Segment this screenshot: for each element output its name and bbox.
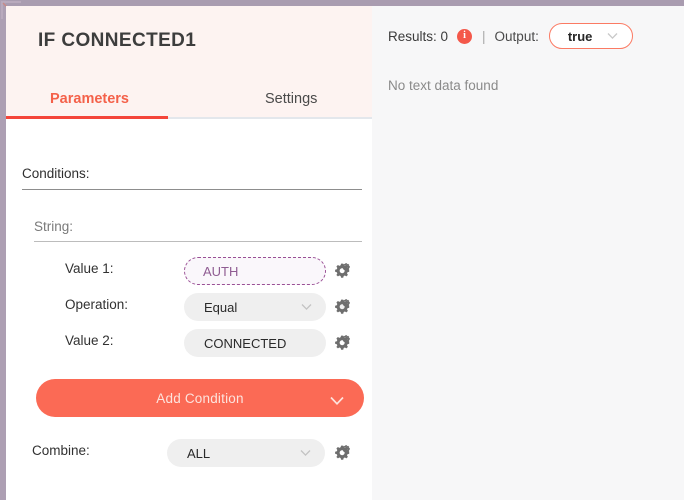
field-row-value1: Value 1: AUTH <box>6 257 372 285</box>
info-icon[interactable]: i <box>457 28 473 44</box>
tab-underline-active <box>6 116 168 119</box>
combine-dropdown[interactable]: ALL <box>167 439 325 467</box>
toolbar-separator: | <box>482 28 486 44</box>
field-row-combine: Combine: ALL <box>6 439 372 467</box>
combine-settings-gear-icon[interactable] <box>333 443 353 463</box>
chevron-down-icon <box>607 33 618 40</box>
combine-label: Combine: <box>32 443 90 458</box>
tab-settings[interactable]: Settings <box>265 91 317 107</box>
output-dropdown[interactable]: true <box>548 23 633 49</box>
operation-dropdown[interactable]: Equal <box>184 293 326 321</box>
add-condition-label: Add Condition <box>156 390 244 406</box>
chevron-down-icon <box>301 304 312 311</box>
field-row-value2: Value 2: CONNECTED <box>6 329 372 357</box>
string-divider <box>34 241 362 242</box>
tab-parameters[interactable]: Parameters <box>50 91 129 107</box>
output-value: true <box>567 28 593 44</box>
value2-input[interactable]: CONNECTED <box>184 329 326 357</box>
value1-settings-gear-icon[interactable] <box>333 261 353 281</box>
field-row-operation: Operation: Equal <box>6 293 372 321</box>
conditions-divider <box>22 189 362 190</box>
value2-label: Value 2: <box>65 333 114 348</box>
combine-value: ALL <box>187 445 211 461</box>
operation-settings-gear-icon[interactable] <box>333 297 353 317</box>
operation-label: Operation: <box>65 297 129 312</box>
value1-text: AUTH <box>203 263 239 279</box>
page-title: IF CONNECTED1 <box>38 30 197 51</box>
value2-settings-gear-icon[interactable] <box>333 333 353 353</box>
chevron-down-icon <box>330 394 344 406</box>
results-toolbar: Results: 0 i | Output: true <box>388 22 633 50</box>
results-count-label: Results: 0 <box>388 28 449 44</box>
add-condition-button[interactable]: Add Condition <box>36 379 364 417</box>
string-group-label: String: <box>34 219 74 234</box>
parameters-panel: IF CONNECTED1 Parameters Settings Condit… <box>6 6 372 500</box>
output-label: Output: <box>494 28 539 44</box>
empty-state-message: No text data found <box>388 78 499 93</box>
value2-text: CONNECTED <box>204 335 287 351</box>
operation-value: Equal <box>204 299 238 315</box>
value1-label: Value 1: <box>65 261 114 276</box>
conditions-label: Conditions: <box>22 166 90 181</box>
chevron-down-icon <box>300 450 311 457</box>
tab-bar: Parameters Settings <box>6 73 372 119</box>
results-panel: Results: 0 i | Output: true No text data… <box>372 6 684 500</box>
panel-header: IF CONNECTED1 Parameters Settings <box>6 6 372 119</box>
value1-input[interactable]: AUTH <box>184 257 326 285</box>
application-window: IF CONNECTED1 Parameters Settings Condit… <box>0 0 684 500</box>
